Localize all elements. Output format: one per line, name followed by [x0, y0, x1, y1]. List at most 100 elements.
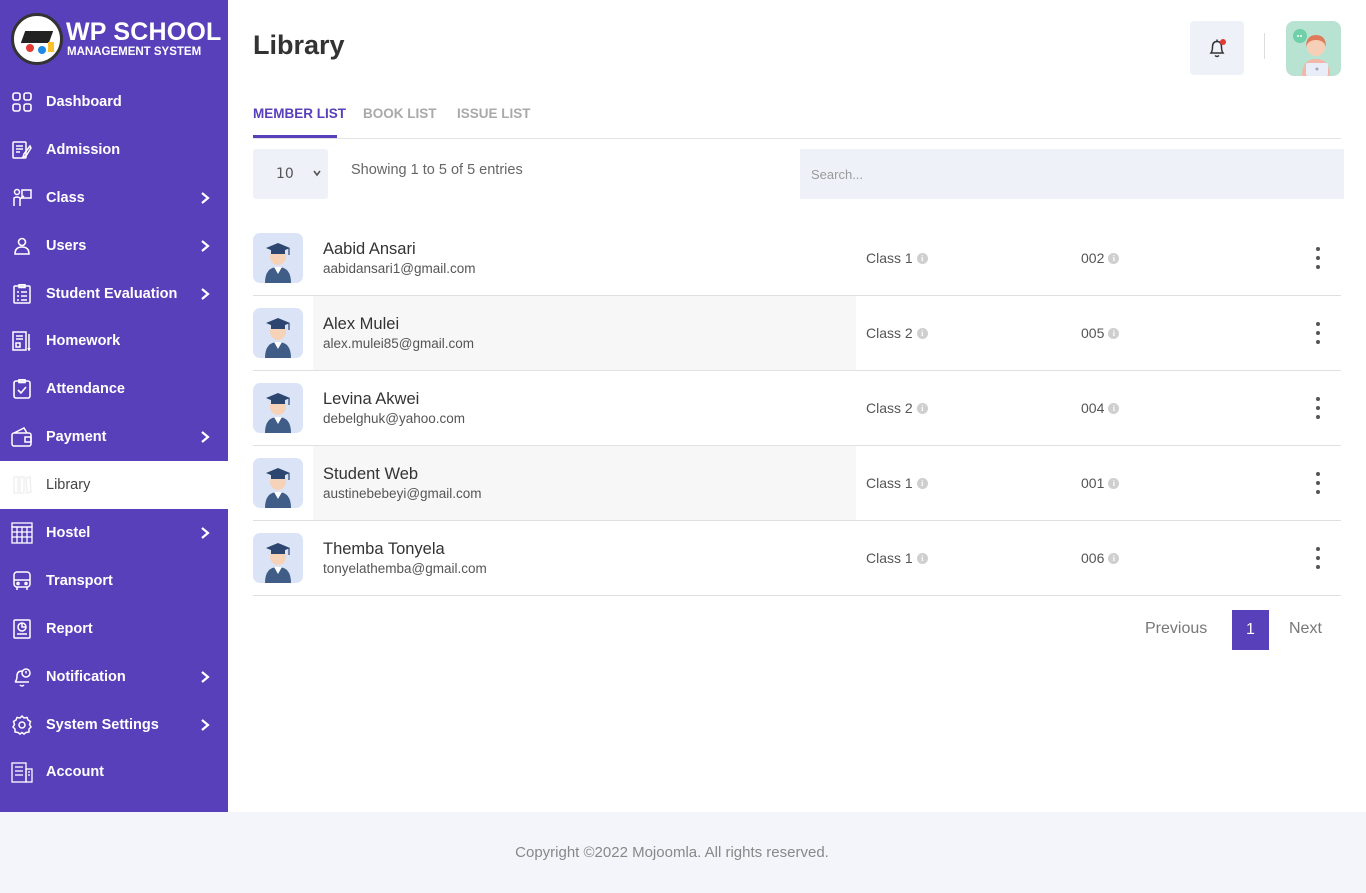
sidebar-item-transport[interactable]: Transport: [0, 557, 228, 605]
tab-issue-list[interactable]: ISSUE LIST: [457, 106, 531, 121]
sidebar-item-system-settings[interactable]: System Settings: [0, 701, 228, 749]
user-avatar[interactable]: [1286, 21, 1341, 76]
brand-logo[interactable]: WP SCHOOL MANAGEMENT SYSTEM: [0, 0, 228, 78]
page-size-select[interactable]: 10: [253, 149, 328, 199]
sidebar-item-label: Admission: [46, 141, 121, 158]
info-icon[interactable]: i: [1108, 552, 1120, 564]
pagination-page-current[interactable]: 1: [1232, 610, 1269, 650]
gear-icon: [11, 714, 33, 736]
sidebar-item-student-evaluation[interactable]: Student Evaluation: [0, 270, 228, 318]
more-actions-icon[interactable]: [1307, 245, 1329, 271]
school-logo-icon: [11, 13, 63, 65]
admission-form-icon: [11, 139, 33, 161]
class-teacher-icon: [11, 187, 33, 209]
table-row[interactable]: Student Web austinebebeyi@gmail.com Clas…: [253, 446, 1341, 521]
member-class-value: Class 2: [866, 400, 913, 416]
info-icon[interactable]: i: [1108, 402, 1120, 414]
info-icon[interactable]: i: [916, 252, 928, 264]
member-email: debelghuk@yahoo.com: [323, 411, 466, 426]
notification-button[interactable]: [1190, 21, 1244, 75]
sidebar-item-label: Attendance: [46, 381, 125, 398]
chevron-right-icon: [201, 191, 210, 204]
sidebar-item-admission[interactable]: Admission: [0, 126, 228, 174]
chevron-right-icon: [201, 670, 210, 683]
pagination-next[interactable]: Next: [1289, 620, 1322, 638]
sidebar-item-hostel[interactable]: Hostel: [0, 509, 228, 557]
member-name: Alex Mulei: [323, 315, 400, 333]
sidebar-item-label: Homework: [46, 333, 121, 350]
student-avatar-icon: [253, 458, 303, 508]
table-row[interactable]: Levina Akwei debelghuk@yahoo.com Class 2…: [253, 371, 1341, 446]
notification-bell-icon: [11, 666, 33, 688]
info-icon[interactable]: i: [916, 477, 928, 489]
info-icon[interactable]: i: [916, 552, 928, 564]
sidebar: WP SCHOOL MANAGEMENT SYSTEM Dashboard Ad…: [0, 0, 228, 812]
sidebar-item-label: Account: [46, 764, 104, 781]
sidebar-item-homework[interactable]: Homework: [0, 317, 228, 365]
account-building-icon: [11, 761, 33, 784]
copyright-text: Copyright ©2022 Mojoomla. All rights res…: [515, 844, 829, 861]
sidebar-item-class[interactable]: Class: [0, 174, 228, 222]
member-roll-value: 001: [1081, 475, 1105, 491]
sidebar-item-library[interactable]: Library: [0, 461, 228, 510]
pagination-previous[interactable]: Previous: [1145, 620, 1207, 638]
table-row[interactable]: Alex Mulei alex.mulei85@gmail.com Class …: [253, 296, 1341, 371]
report-icon: [11, 618, 33, 640]
student-avatar-icon: [253, 533, 303, 583]
clipboard-checklist-icon: [11, 283, 33, 305]
member-roll: 004 i: [1081, 400, 1120, 416]
tab-member-list[interactable]: MEMBER LIST: [253, 106, 346, 121]
wallet-icon: [11, 426, 33, 448]
info-icon[interactable]: i: [916, 402, 928, 414]
chevron-right-icon: [201, 239, 210, 252]
member-email: aabidansari1@gmail.com: [323, 261, 476, 276]
more-actions-icon[interactable]: [1307, 470, 1329, 496]
table-row[interactable]: Aabid Ansari aabidansari1@gmail.com Clas…: [253, 221, 1341, 296]
chevron-right-icon: [201, 431, 210, 444]
more-actions-icon[interactable]: [1307, 320, 1329, 346]
sidebar-item-notification[interactable]: Notification: [0, 653, 228, 701]
sidebar-item-label: Users: [46, 237, 87, 254]
member-class: Class 1i: [866, 475, 928, 491]
member-class-value: Class 1: [866, 250, 913, 266]
member-table: Aabid Ansari aabidansari1@gmail.com Clas…: [253, 221, 1341, 596]
member-roll: 002 i: [1081, 250, 1120, 266]
sidebar-item-label: Dashboard: [46, 93, 122, 110]
notification-badge: [1220, 39, 1226, 45]
sidebar-item-label: Student Evaluation: [46, 285, 178, 302]
member-class: Class 2i: [866, 400, 928, 416]
info-icon[interactable]: i: [916, 327, 928, 339]
brand-subtitle: MANAGEMENT SYSTEM: [67, 45, 202, 58]
info-icon[interactable]: i: [1108, 252, 1120, 264]
more-actions-icon[interactable]: [1307, 545, 1329, 571]
member-class-value: Class 1: [866, 475, 913, 491]
hostel-building-icon: [11, 522, 33, 544]
info-icon[interactable]: i: [1108, 477, 1120, 489]
sidebar-item-users[interactable]: Users: [0, 222, 228, 270]
member-roll: 006 i: [1081, 550, 1120, 566]
student-avatar-icon: [253, 233, 303, 283]
sidebar-item-report[interactable]: Report: [0, 605, 228, 653]
sidebar-item-label: Class: [46, 189, 85, 206]
member-name: Themba Tonyela: [323, 540, 445, 558]
sidebar-item-payment[interactable]: Payment: [0, 413, 228, 461]
member-email: alex.mulei85@gmail.com: [323, 336, 475, 351]
more-actions-icon[interactable]: [1307, 395, 1329, 421]
sidebar-item-label: Library: [46, 477, 91, 494]
sidebar-item-label: System Settings: [46, 716, 159, 733]
info-icon[interactable]: i: [1108, 327, 1120, 339]
member-roll-value: 002: [1081, 250, 1105, 266]
sidebar-item-attendance[interactable]: Attendance: [0, 365, 228, 413]
member-class: Class 2i: [866, 325, 928, 341]
search-input[interactable]: [800, 149, 1344, 199]
active-tab-indicator: [253, 135, 337, 138]
sidebar-item-label: Hostel: [46, 524, 91, 541]
table-row[interactable]: Themba Tonyela tonyelathemba@gmail.com C…: [253, 521, 1341, 596]
member-name: Student Web: [323, 465, 419, 483]
sidebar-item-dashboard[interactable]: Dashboard: [0, 78, 228, 126]
sidebar-item-account[interactable]: Account: [0, 748, 228, 796]
sidebar-item-label: Notification: [46, 668, 126, 685]
footer: Copyright ©2022 Mojoomla. All rights res…: [0, 812, 1366, 893]
brand-title: WP SCHOOL: [66, 17, 222, 46]
tab-book-list[interactable]: BOOK LIST: [363, 106, 437, 121]
